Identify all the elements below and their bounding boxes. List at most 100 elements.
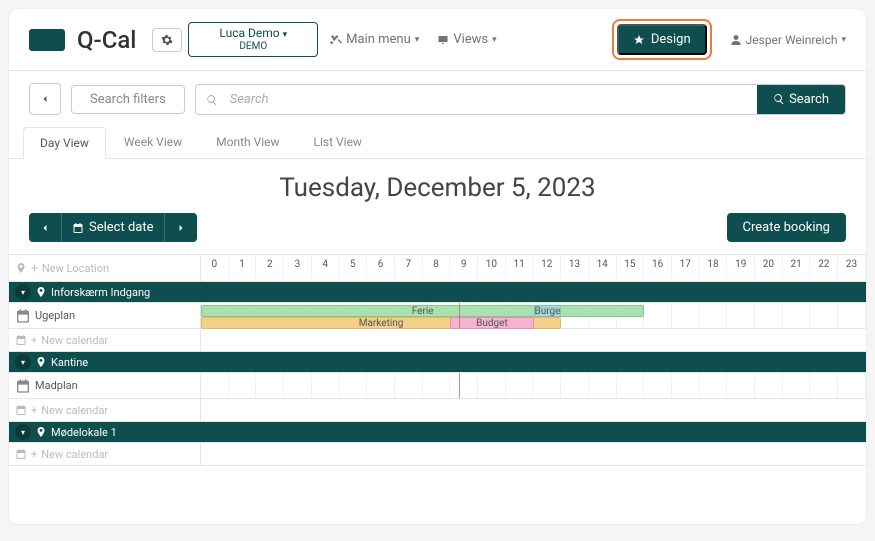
calendar-icon	[15, 334, 27, 346]
hour-cell: 1	[229, 255, 257, 281]
calendar-icon	[15, 378, 31, 394]
hour-cell: 22	[810, 255, 838, 281]
new-calendar-row[interactable]: + New calendar	[9, 443, 866, 466]
tab-list[interactable]: List View	[298, 127, 378, 158]
back-button[interactable]	[29, 83, 61, 115]
gear-icon	[161, 34, 173, 46]
search-input[interactable]	[220, 85, 757, 114]
select-date-button[interactable]: Select date	[62, 213, 165, 242]
calendar-icon	[15, 404, 27, 416]
tab-week[interactable]: Week View	[108, 127, 198, 158]
calendar-track[interactable]	[201, 373, 866, 398]
hour-cell: 16	[644, 255, 672, 281]
hour-cell: 5	[340, 255, 368, 281]
search-filters-button[interactable]: Search filters	[71, 85, 185, 114]
design-button[interactable]: Design	[617, 24, 707, 55]
views-dropdown[interactable]: Views ▾	[431, 28, 502, 51]
monitor-icon	[437, 34, 449, 46]
next-day-button[interactable]	[165, 213, 197, 242]
date-segment: Select date	[29, 213, 197, 242]
calendar-event[interactable]: Ferie	[201, 305, 644, 317]
hour-cell: 8	[423, 255, 451, 281]
create-booking-button[interactable]: Create booking	[727, 213, 846, 242]
chevron-left-icon	[39, 93, 51, 105]
hour-cell: 9	[450, 255, 478, 281]
hour-cell: 0	[201, 255, 229, 281]
calendar-track[interactable]: FerieMarketingBurgerBudget	[201, 303, 866, 328]
user-menu[interactable]: Jesper Weinreich ▾	[730, 33, 846, 47]
calendar-row: Madplan	[9, 373, 866, 399]
hour-cell: 23	[838, 255, 866, 281]
user-icon	[730, 34, 742, 46]
hour-cell: 10	[478, 255, 506, 281]
hour-cell: 14	[589, 255, 617, 281]
caret-down-icon: ▾	[415, 35, 420, 45]
hour-cell: 15	[617, 255, 645, 281]
prev-day-button[interactable]	[29, 213, 62, 242]
main-menu-dropdown[interactable]: Main menu ▾	[324, 28, 425, 51]
pin-icon	[15, 262, 27, 274]
calendar-event[interactable]: Burger	[534, 305, 562, 317]
org-selector[interactable]: Luca Demo ▾ DEMO	[188, 22, 318, 57]
hour-cell: 2	[256, 255, 284, 281]
new-calendar-row[interactable]: + New calendar	[9, 329, 866, 352]
collapse-icon: ▾	[15, 354, 31, 370]
grid-header-row: + New Location 0123456789101112131415161…	[9, 255, 866, 282]
hour-cell: 11	[506, 255, 534, 281]
hour-cell: 7	[395, 255, 423, 281]
date-header: Tuesday, December 5, 2023	[9, 159, 866, 213]
search-wrap: Search	[195, 84, 846, 115]
logo-mark	[29, 29, 65, 51]
org-sub: DEMO	[219, 41, 287, 52]
hour-cell: 17	[672, 255, 700, 281]
design-highlight: Design	[612, 19, 712, 60]
pin-icon	[35, 356, 47, 368]
org-name: Luca Demo	[219, 26, 279, 40]
collapse-icon: ▾	[15, 424, 31, 440]
group-name: Kantine	[51, 356, 88, 369]
hour-cell: 21	[783, 255, 811, 281]
group-name: Inforskærm Indgang	[51, 286, 150, 299]
logo-text: Q-Cal	[77, 26, 136, 54]
calendar-icon	[72, 222, 84, 234]
actions-row: Select date Create booking	[9, 213, 866, 254]
search-icon	[773, 93, 785, 105]
chevron-right-icon	[175, 222, 187, 234]
calendar-label[interactable]: Madplan	[9, 373, 201, 398]
hour-cell: 3	[284, 255, 312, 281]
calendar-row: UgeplanFerieMarketingBurgerBudget	[9, 303, 866, 329]
calendar-label[interactable]: Ugeplan	[9, 303, 201, 328]
hour-cell: 20	[755, 255, 783, 281]
hour-cell: 4	[312, 255, 340, 281]
location-group-header[interactable]: ▾ Inforskærm Indgang	[9, 282, 866, 303]
hour-cell: 19	[727, 255, 755, 281]
calendar-event[interactable]: Budget	[450, 317, 533, 329]
settings-button[interactable]	[152, 28, 182, 52]
caret-down-icon: ▾	[841, 35, 846, 45]
pin-icon	[35, 426, 47, 438]
location-group-header[interactable]: ▾ Mødelokale 1	[9, 422, 866, 443]
new-location-button[interactable]: + New Location	[9, 255, 201, 281]
search-icon	[196, 92, 220, 106]
search-button[interactable]: Search	[757, 85, 845, 114]
calendar-grid: + New Location 0123456789101112131415161…	[9, 254, 866, 466]
calendar-icon	[15, 448, 27, 460]
hour-cell: 12	[533, 255, 561, 281]
collapse-icon: ▾	[15, 284, 31, 300]
design-icon	[633, 34, 645, 46]
group-name: Mødelokale 1	[51, 426, 117, 439]
tab-month[interactable]: Month View	[200, 127, 295, 158]
hour-cell: 6	[367, 255, 395, 281]
calendar-icon	[15, 308, 31, 324]
tab-day[interactable]: Day View	[23, 127, 106, 159]
new-calendar-row[interactable]: + New calendar	[9, 399, 866, 422]
search-bar: Search filters Search	[9, 71, 866, 127]
current-time-marker	[459, 373, 460, 398]
location-group-header[interactable]: ▾ Kantine	[9, 352, 866, 373]
view-tabs: Day View Week View Month View List View	[9, 127, 866, 159]
pin-icon	[35, 286, 47, 298]
current-time-marker	[459, 303, 460, 328]
chevron-left-icon	[39, 222, 51, 234]
tools-icon	[330, 34, 342, 46]
hour-cell: 13	[561, 255, 589, 281]
